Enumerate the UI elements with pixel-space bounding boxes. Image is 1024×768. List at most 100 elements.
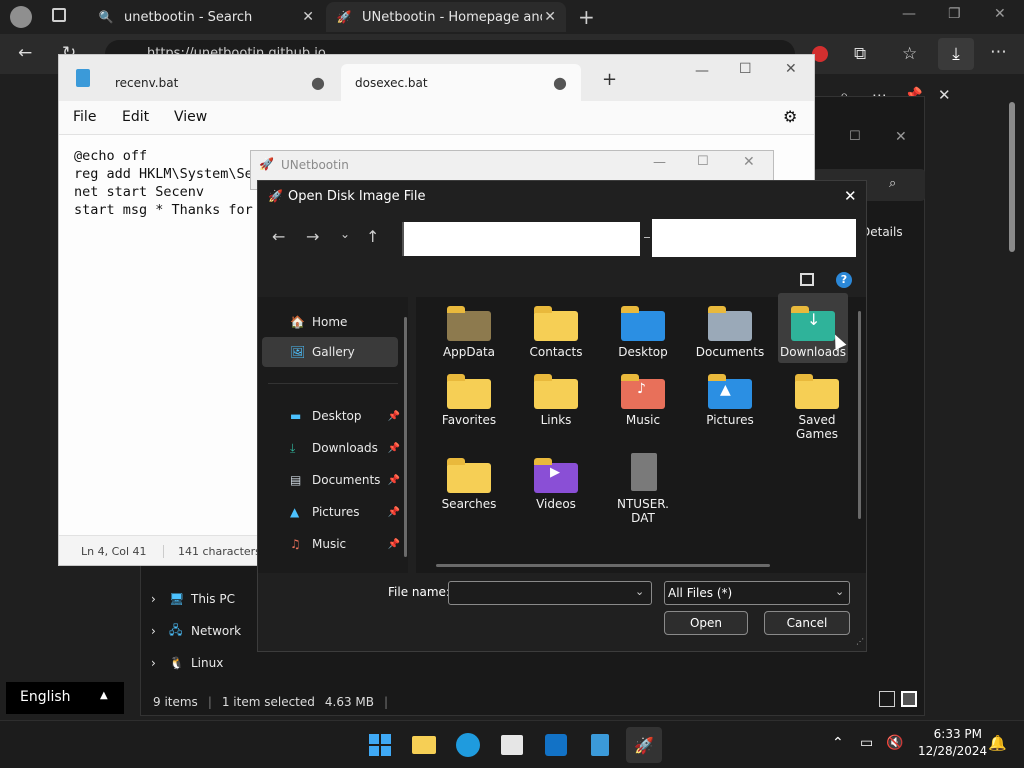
sidebar-scrollbar[interactable] [404, 317, 407, 557]
close-window-icon[interactable]: ✕ [743, 154, 755, 170]
music-icon: ♫ [290, 537, 301, 551]
close-window-icon[interactable]: ✕ [994, 6, 1006, 22]
store-icon[interactable] [496, 729, 528, 761]
list-item[interactable]: Desktop [603, 301, 683, 359]
list-item[interactable]: ▲ Pictures [690, 369, 770, 427]
tiles-view-icon[interactable] [901, 691, 917, 707]
minimize-icon[interactable]: — [695, 63, 709, 79]
up-icon[interactable]: ↑ [366, 227, 379, 246]
minimize-icon[interactable]: — [653, 155, 666, 170]
nav-item-this-pc[interactable]: › 🖥 This PC [151, 589, 271, 609]
pin-icon[interactable]: 📌 [388, 443, 400, 454]
chevron-down-icon[interactable]: ⌄ [635, 585, 644, 598]
list-item[interactable]: NTUSER.DAT [603, 453, 683, 525]
language-indicator[interactable]: English ▲ [6, 682, 124, 714]
notepad-taskbar-icon[interactable] [584, 729, 616, 761]
edge-browser-icon[interactable] [452, 729, 484, 761]
notepad-text-area[interactable]: @echo off reg add HKLM\System\Se net sta… [74, 147, 254, 219]
sidebar-item-desktop[interactable]: ▬ Desktop 📌 [290, 407, 400, 425]
pin-icon[interactable]: 📌 [388, 475, 400, 486]
sidebar-item-documents[interactable]: ▤ Documents 📌 [290, 471, 400, 489]
unsaved-dot-icon[interactable]: ● [553, 73, 567, 92]
details-button[interactable]: Details [861, 225, 903, 239]
horizontal-scrollbar[interactable] [436, 564, 770, 567]
more-icon[interactable]: ⋯ [990, 42, 1007, 62]
maximize-icon[interactable]: ☐ [697, 154, 709, 169]
address-field[interactable] [402, 222, 640, 256]
chevron-down-icon[interactable]: ⌄ [340, 227, 350, 241]
start-windows-icon[interactable] [364, 729, 396, 761]
folder-icon [447, 306, 491, 341]
cancel-button[interactable]: Cancel [764, 611, 850, 635]
downloads-icon[interactable]: ⤓ [938, 38, 974, 70]
browser-tab-unetbootin[interactable]: 🚀 UNetbootin - Homepage and Do ✕ [326, 2, 566, 32]
clock-date[interactable]: 12/28/2024 [918, 744, 987, 758]
tab-actions-icon[interactable] [52, 8, 66, 22]
unsaved-dot-icon[interactable]: ● [311, 73, 325, 92]
display-icon[interactable]: ▭ [860, 735, 873, 751]
vertical-scrollbar[interactable] [858, 311, 861, 519]
maximize-icon[interactable]: ❐ [948, 6, 961, 22]
browser-tab-search[interactable]: 🔍 unetbootin - Search ✕ [88, 2, 324, 32]
sidebar-item-downloads[interactable]: ⤓ Downloads 📌 [290, 439, 400, 457]
sidebar-item-music[interactable]: ♫ Music 📌 [290, 535, 400, 553]
new-tab-icon[interactable]: + [578, 5, 595, 29]
pin-icon[interactable]: 📌 [388, 507, 400, 518]
filename-combobox[interactable]: ⌄ [448, 581, 652, 605]
close-tab-icon[interactable]: ✕ [544, 9, 556, 25]
file-type-select[interactable]: All Files (*) ⌄ [664, 581, 850, 605]
notepad-tab-dosexec[interactable]: dosexec.bat ● [341, 64, 581, 101]
list-item[interactable]: ▶ Videos [516, 453, 596, 511]
file-explorer-taskbar-icon[interactable] [408, 729, 440, 761]
list-item[interactable]: Documents [690, 301, 770, 359]
close-icon[interactable]: ✕ [938, 86, 951, 104]
notepad-tab-recenv[interactable]: recenv.bat ● [101, 64, 339, 101]
sidebar-item-pictures[interactable]: ▲ Pictures 📌 [290, 503, 400, 521]
forward-icon[interactable]: → [306, 227, 319, 246]
clock-time[interactable]: 6:33 PM [932, 727, 982, 741]
maximize-icon[interactable]: ☐ [739, 61, 752, 77]
list-item[interactable]: AppData [429, 301, 509, 359]
nav-item-network[interactable]: › 🖧 Network [151, 621, 271, 641]
close-dialog-icon[interactable]: ✕ [844, 187, 857, 205]
maximize-icon[interactable]: ☐ [849, 129, 861, 144]
help-icon[interactable]: ? [836, 272, 852, 288]
close-window-icon[interactable]: ✕ [785, 61, 797, 77]
unetbootin-taskbar-icon[interactable]: 🚀 [626, 727, 662, 763]
list-item[interactable]: ♪ Music [603, 369, 683, 427]
pin-icon[interactable]: 📌 [388, 539, 400, 550]
outlook-icon[interactable] [540, 729, 572, 761]
sidebar-item-home[interactable]: 🏠 Home [290, 313, 347, 331]
list-item[interactable]: Contacts [516, 301, 596, 359]
list-item[interactable]: Saved Games [777, 369, 857, 441]
minimize-icon[interactable]: — [902, 6, 916, 22]
list-item[interactable]: Favorites [429, 369, 509, 427]
back-icon[interactable]: ← [272, 227, 285, 246]
sidebar-item-gallery[interactable]: 🖼 Gallery [262, 337, 398, 367]
settings-gear-icon[interactable]: ⚙ [783, 107, 797, 126]
new-tab-icon[interactable]: + [602, 69, 617, 90]
chevron-up-icon[interactable]: ⌃ [832, 735, 844, 751]
open-button[interactable]: Open [664, 611, 748, 635]
close-tab-icon[interactable]: ✕ [302, 9, 314, 25]
details-view-icon[interactable] [879, 691, 895, 707]
resize-grip-icon[interactable]: ⋰ [856, 637, 864, 646]
browser-scrollbar[interactable] [1008, 96, 1016, 686]
menu-edit[interactable]: Edit [122, 109, 149, 125]
notification-bell-icon[interactable]: 🔔 [988, 734, 1007, 752]
preview-pane-icon[interactable] [800, 273, 814, 286]
list-item-selected[interactable]: ↓ Downloads [778, 293, 848, 363]
favorites-icon[interactable]: ☆ [902, 44, 917, 64]
nav-item-linux[interactable]: › 🐧 Linux [151, 653, 271, 673]
list-item[interactable]: Links [516, 369, 596, 427]
volume-muted-icon[interactable]: 🔇 [886, 735, 903, 751]
close-window-icon[interactable]: ✕ [895, 129, 907, 145]
extensions-icon[interactable]: ⧉ [854, 44, 866, 64]
search-field[interactable] [652, 219, 856, 257]
list-item[interactable]: Searches [429, 453, 509, 511]
menu-view[interactable]: View [174, 109, 207, 125]
pin-icon[interactable]: 📌 [388, 411, 400, 422]
profile-icon[interactable] [10, 6, 32, 28]
menu-file[interactable]: File [73, 109, 96, 125]
back-icon[interactable]: ← [18, 43, 32, 63]
